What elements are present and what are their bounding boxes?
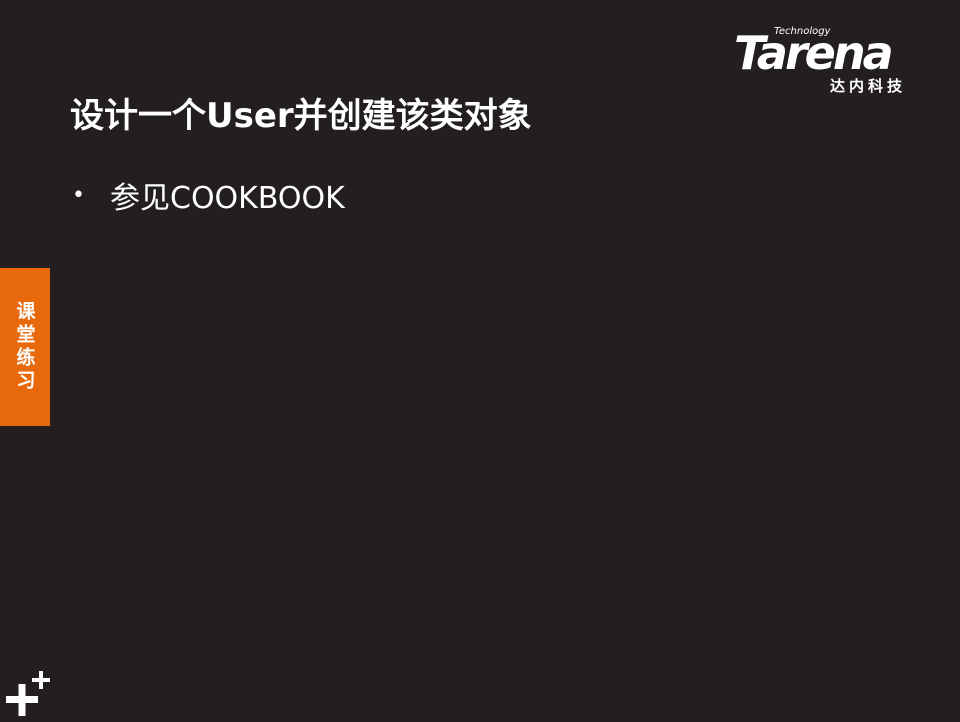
slide-title: 设计一个User并创建该类对象 <box>70 96 532 136</box>
side-tab-label: 课堂练习 <box>13 301 36 393</box>
logo-chinese: 达内科技 <box>830 77 907 95</box>
bullet-text: 参见COOKBOOK <box>110 181 345 216</box>
side-tab-classroom-exercise: 课堂练习 <box>0 268 50 426</box>
bullet-item: • 参见COOKBOOK <box>72 172 345 218</box>
tarena-logo: Technology Tarena 达内科技 <box>730 26 930 96</box>
bullet-symbol: • <box>72 182 85 208</box>
plus-plus-icon <box>4 670 52 718</box>
logo-brand: Tarena <box>734 26 894 80</box>
bullet-list: • 参见COOKBOOK <box>72 172 345 218</box>
